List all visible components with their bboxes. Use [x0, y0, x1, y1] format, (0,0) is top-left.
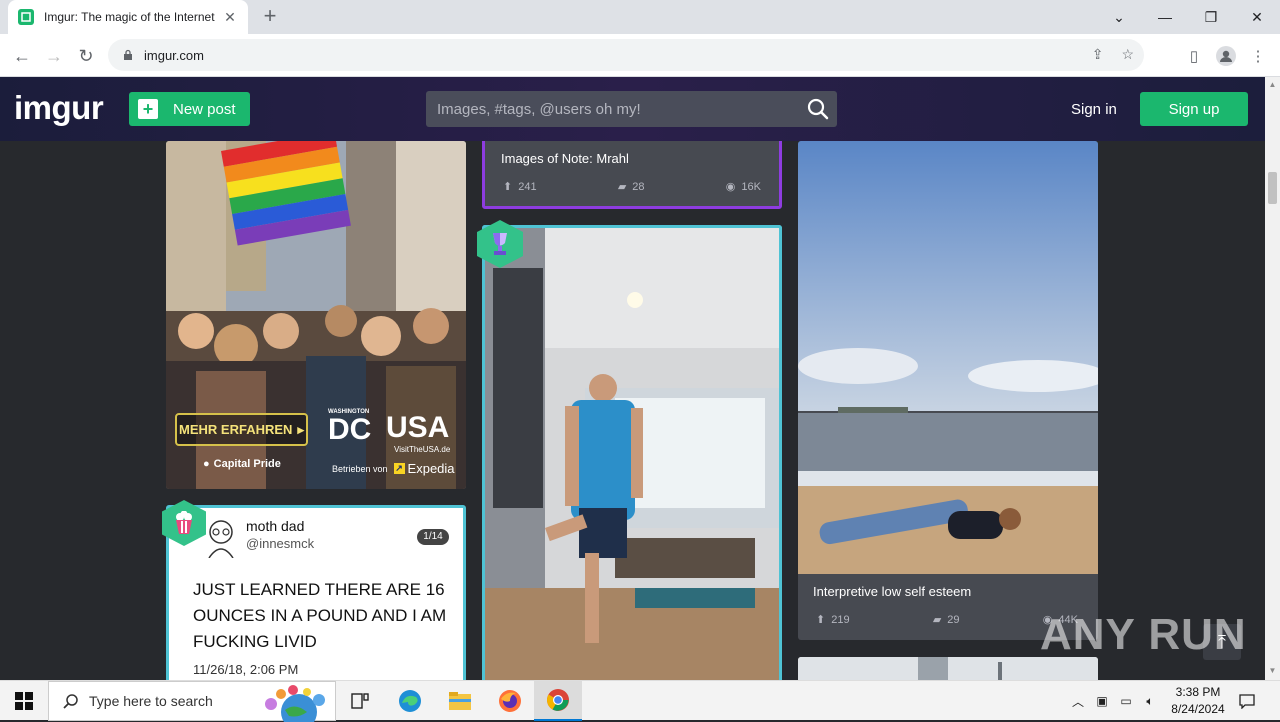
- search-input[interactable]: [437, 100, 797, 118]
- tweet-handle: @innesmck: [246, 536, 315, 551]
- dancing-boy-image: [485, 228, 779, 680]
- imgur-logo[interactable]: imgur: [14, 89, 104, 127]
- tweet-text-line-2: OUNCES IN A POUND AND I AM: [193, 606, 447, 625]
- beach-post-card[interactable]: Interpretive low self esteem ⬆ 219 ▰ 29 ◉ 4…: [798, 141, 1098, 640]
- upvote-icon[interactable]: ⬆: [503, 180, 512, 193]
- network-icon[interactable]: ▭: [1116, 681, 1136, 721]
- page-scrollbar[interactable]: ▲ ▼: [1265, 77, 1280, 680]
- visit-usa-text: VisitTheUSA.de: [394, 445, 451, 454]
- folder-icon: [449, 692, 471, 710]
- profile-avatar-icon[interactable]: [1214, 44, 1238, 68]
- tweet-name: moth dad: [246, 518, 305, 534]
- tweet-text-line-1: JUST LEARNED THERE ARE 16: [193, 580, 445, 599]
- browser-toolbar: ← → ↻ imgur.com ⇪ ☆ ▯ ⋮: [0, 34, 1280, 77]
- imgur-header: imgur + New post Sign in Sign up: [0, 77, 1265, 141]
- next-post-image: [798, 657, 1098, 680]
- post-card-mrahl[interactable]: Images of Note: Mrahl ⬆ 241 ▰ 28 ◉ 16K: [482, 141, 782, 209]
- new-tab-button[interactable]: +: [258, 5, 282, 29]
- taskbar-chrome[interactable]: [534, 681, 582, 721]
- url-text: imgur.com: [144, 47, 204, 63]
- side-panel-icon[interactable]: ▯: [1182, 44, 1206, 68]
- taskbar-clock[interactable]: 3:38 PM 8/24/2024: [1160, 684, 1236, 718]
- learn-more-button[interactable]: MEHR ERFAHREN ▸: [175, 413, 308, 446]
- taskbar-search-box[interactable]: [48, 681, 336, 722]
- forward-button[interactable]: →: [40, 42, 68, 70]
- beach-image: [798, 141, 1098, 574]
- usa-logo: USA: [386, 411, 450, 444]
- album-counter-badge: 1/14: [417, 529, 449, 545]
- tray-device-icon[interactable]: ▣: [1092, 681, 1112, 721]
- tweet-post-card[interactable]: moth dad @innesmck 1/14 JUST LEARNED THE…: [166, 505, 466, 680]
- tweet-text-line-3: FUCKING LIVID: [193, 632, 317, 651]
- next-post-card[interactable]: [798, 657, 1098, 680]
- imgur-favicon-icon: [18, 9, 34, 25]
- windows-logo-icon: [15, 692, 33, 710]
- clock-time: 3:38 PM: [1175, 685, 1221, 699]
- bookmark-star-icon[interactable]: ☆: [1121, 46, 1134, 63]
- washington-dc-logo: WASHINGTON DC: [328, 409, 372, 446]
- new-post-button[interactable]: + New post: [129, 92, 250, 126]
- browser-tab-strip: Imgur: The magic of the Internet ✕ + ⌄ —…: [0, 0, 1280, 34]
- start-button[interactable]: [0, 681, 48, 721]
- scroll-down-arrow-icon[interactable]: ▼: [1268, 666, 1277, 675]
- anyrun-watermark: ANY RUN: [1040, 610, 1247, 659]
- plus-icon: +: [138, 99, 158, 119]
- firefox-icon: [499, 690, 521, 712]
- tab-close-icon[interactable]: ✕: [222, 9, 238, 26]
- sponsor-line: Betrieben von ↗ Expedia: [332, 461, 455, 476]
- sign-in-link[interactable]: Sign in: [1071, 101, 1117, 118]
- windows-taskbar: ︿ ▣ ▭ 🔈︎ 3:38 PM 8/24/2024: [0, 680, 1280, 722]
- taskbar-firefox[interactable]: [486, 681, 534, 721]
- comment-icon: ▰: [617, 181, 627, 193]
- tab-search-icon[interactable]: ⌄: [1096, 0, 1142, 34]
- close-window-button[interactable]: ✕: [1234, 0, 1280, 34]
- taskbar-file-explorer[interactable]: [436, 681, 484, 721]
- search-bar[interactable]: [426, 91, 837, 127]
- tray-overflow-chevron-icon[interactable]: ︿: [1068, 681, 1088, 721]
- lock-icon: [124, 49, 132, 60]
- back-button[interactable]: ←: [8, 42, 36, 70]
- scrollbar-thumb[interactable]: [1268, 172, 1277, 204]
- post-title: Interpretive low self esteem: [813, 584, 972, 599]
- post-title: Images of Note: Mrahl: [501, 151, 629, 166]
- edge-icon: [399, 690, 421, 712]
- notifications-icon[interactable]: [1236, 681, 1258, 721]
- clock-date: 8/24/2024: [1171, 702, 1225, 716]
- search-highlight-globe-icon: [265, 685, 325, 722]
- share-icon[interactable]: ⇪: [1092, 46, 1104, 63]
- taskbar-edge[interactable]: [386, 681, 434, 721]
- search-icon[interactable]: [807, 98, 829, 120]
- restore-button[interactable]: ❐: [1188, 0, 1234, 34]
- chrome-icon: [547, 689, 569, 711]
- tweet-date: 11/26/18, 2:06 PM: [193, 662, 299, 677]
- menu-kebab-icon[interactable]: ⋮: [1246, 44, 1270, 68]
- task-view-icon: [351, 693, 369, 709]
- location-pin-icon: ●: [203, 458, 210, 470]
- tab-title: Imgur: The magic of the Internet: [44, 10, 215, 24]
- upvote-icon[interactable]: ⬆: [816, 613, 825, 626]
- post-stats: ⬆ 219 ▰ 29 ◉ 44K: [816, 613, 1078, 627]
- post-stats: ⬆ 241 ▰ 28 ◉ 16K: [503, 180, 761, 194]
- views-eye-icon: ◉: [725, 181, 736, 193]
- avatar: [208, 520, 234, 558]
- sign-up-button[interactable]: Sign up: [1140, 92, 1248, 126]
- play-arrow-icon: ▸: [297, 421, 304, 437]
- gallery-feed: MEHR ERFAHREN ▸ ● Capital Pride WASHINGTON…: [0, 141, 1265, 680]
- minimize-button[interactable]: —: [1142, 0, 1188, 34]
- volume-icon[interactable]: 🔈︎: [1140, 681, 1160, 721]
- new-post-label: New post: [173, 100, 236, 118]
- video-post-card[interactable]: [482, 225, 782, 680]
- scroll-up-arrow-icon[interactable]: ▲: [1268, 80, 1277, 89]
- taskbar-search-input[interactable]: [89, 693, 259, 709]
- reload-button[interactable]: ↻: [72, 42, 100, 70]
- search-icon: [63, 694, 78, 709]
- browser-tab[interactable]: Imgur: The magic of the Internet ✕: [8, 0, 248, 34]
- task-view-button[interactable]: [336, 681, 384, 721]
- address-bar[interactable]: imgur.com ⇪ ☆: [108, 39, 1144, 71]
- comment-icon: ▰: [932, 614, 942, 626]
- location-label: ● Capital Pride: [203, 458, 281, 470]
- ad-card[interactable]: MEHR ERFAHREN ▸ ● Capital Pride WASHINGTON…: [166, 141, 466, 489]
- expedia-logo-icon: ↗: [393, 463, 405, 474]
